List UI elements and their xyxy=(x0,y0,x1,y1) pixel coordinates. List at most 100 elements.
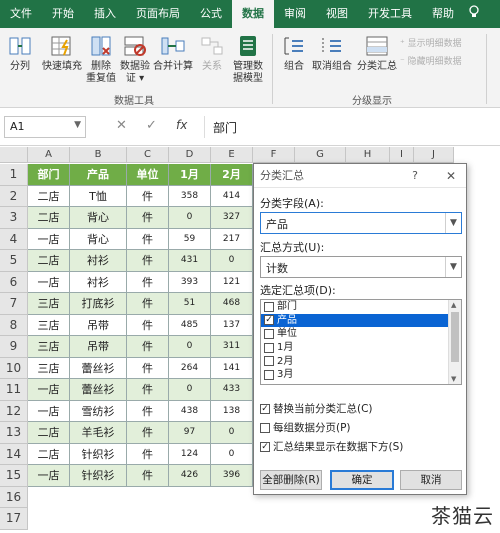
table-cell[interactable]: 327 xyxy=(211,207,253,229)
scrollbar[interactable]: ▲ ▼ xyxy=(448,300,461,384)
table-cell[interactable]: 一店 xyxy=(28,400,70,422)
table-cell[interactable]: 衬衫 xyxy=(70,250,127,272)
enter-icon[interactable]: ✓ xyxy=(146,118,157,133)
table-cell[interactable]: 背心 xyxy=(70,207,127,229)
row-header-9[interactable]: 9 xyxy=(0,336,28,358)
table-cell[interactable]: 件 xyxy=(127,271,169,293)
subtotal-button[interactable]: 分类汇总 xyxy=(356,34,398,73)
data-validation-button[interactable]: 数据验 证 ▾ xyxy=(118,34,152,85)
table-cell[interactable]: 背心 xyxy=(70,228,127,250)
table-cell[interactable]: 件 xyxy=(127,293,169,315)
ok-button[interactable]: 确定 xyxy=(330,470,394,490)
row-header-15[interactable]: 15 xyxy=(0,465,28,487)
table-cell[interactable]: 138 xyxy=(211,400,253,422)
page-break-option[interactable]: 每组数据分页(P) xyxy=(260,420,351,435)
table-cell[interactable]: 264 xyxy=(169,357,211,379)
table-cell[interactable]: 141 xyxy=(211,357,253,379)
cancel-icon[interactable]: ✕ xyxy=(116,118,127,133)
lightbulb-icon[interactable] xyxy=(468,5,480,23)
table-cell[interactable]: 件 xyxy=(127,314,169,336)
row-header-16[interactable]: 16 xyxy=(0,486,28,508)
list-item[interactable]: 3月 xyxy=(261,368,461,382)
table-cell[interactable]: 358 xyxy=(169,185,211,207)
tab-home[interactable]: 开始 xyxy=(42,0,84,28)
list-item[interactable]: 2月 xyxy=(261,354,461,368)
row-header-8[interactable]: 8 xyxy=(0,314,28,336)
help-icon[interactable]: ? xyxy=(412,164,418,188)
chevron-down-icon[interactable]: ▼ xyxy=(74,120,81,130)
row-header-7[interactable]: 7 xyxy=(0,293,28,315)
row-header-11[interactable]: 11 xyxy=(0,379,28,401)
function-select[interactable]: 计数 ▼ xyxy=(260,256,462,278)
manage-data-model-button[interactable]: 管理数 据模型 xyxy=(228,34,268,85)
table-cell[interactable]: 件 xyxy=(127,185,169,207)
consolidate-button[interactable]: 合并计算 xyxy=(152,34,194,73)
table-cell[interactable]: 121 xyxy=(211,271,253,293)
table-cell[interactable]: 一店 xyxy=(28,379,70,401)
row-header-2[interactable]: 2 xyxy=(0,185,28,207)
remove-all-button[interactable]: 全部删除(R) xyxy=(260,470,322,490)
tab-data[interactable]: 数据 xyxy=(232,0,274,28)
group-by-select[interactable]: 产品 ▼ xyxy=(260,212,462,234)
checkbox-checked[interactable]: ✓ xyxy=(260,441,270,452)
checkbox-unchecked[interactable] xyxy=(264,356,274,367)
table-cell[interactable]: 433 xyxy=(211,379,253,401)
table-cell[interactable]: 0 xyxy=(211,422,253,444)
table-cell[interactable]: 0 xyxy=(211,250,253,272)
row-header-12[interactable]: 12 xyxy=(0,400,28,422)
table-cell[interactable]: 0 xyxy=(169,379,211,401)
checkbox-checked[interactable]: ✓ xyxy=(260,403,270,414)
table-cell[interactable]: 217 xyxy=(211,228,253,250)
table-cell[interactable]: 三店 xyxy=(28,293,70,315)
table-cell[interactable]: 衬衫 xyxy=(70,271,127,293)
table-cell[interactable]: 件 xyxy=(127,379,169,401)
table-cell[interactable]: T恤 xyxy=(70,185,127,207)
table-cell[interactable]: 一店 xyxy=(28,271,70,293)
table-cell[interactable]: 二店 xyxy=(28,185,70,207)
cancel-button[interactable]: 取消 xyxy=(400,470,462,490)
header-cell[interactable]: 单位 xyxy=(127,164,169,186)
table-cell[interactable]: 件 xyxy=(127,336,169,358)
tab-developer[interactable]: 开发工具 xyxy=(358,0,422,28)
row-header-1[interactable]: 1 xyxy=(0,164,28,186)
hide-detail-button[interactable]: ⁻ 隐藏明细数据 xyxy=(400,54,462,67)
scroll-down-icon[interactable]: ▼ xyxy=(451,375,456,383)
tab-insert[interactable]: 插入 xyxy=(84,0,126,28)
table-cell[interactable]: 三店 xyxy=(28,336,70,358)
table-cell[interactable]: 二店 xyxy=(28,422,70,444)
header-cell[interactable]: 2月 xyxy=(211,164,253,186)
name-box[interactable]: A1 ▼ xyxy=(4,116,86,138)
table-cell[interactable]: 97 xyxy=(169,422,211,444)
scroll-thumb[interactable] xyxy=(451,312,459,362)
group-button[interactable]: 组合 xyxy=(280,34,308,73)
checkbox-checked[interactable]: ✓ xyxy=(264,315,274,326)
table-cell[interactable]: 针织衫 xyxy=(70,465,127,487)
remove-duplicates-button[interactable]: 删除 重复值 xyxy=(86,34,116,85)
show-detail-button[interactable]: ⁺ 显示明细数据 xyxy=(400,36,462,49)
column-header-C[interactable]: C xyxy=(127,147,169,163)
insert-function-icon[interactable]: fx xyxy=(176,118,187,132)
table-cell[interactable]: 针织衫 xyxy=(70,443,127,465)
list-item[interactable]: 单位 xyxy=(261,327,461,341)
table-cell[interactable]: 蕾丝衫 xyxy=(70,357,127,379)
table-cell[interactable]: 件 xyxy=(127,207,169,229)
table-cell[interactable]: 打底衫 xyxy=(70,293,127,315)
tab-help[interactable]: 帮助 xyxy=(422,0,464,28)
checkbox-unchecked[interactable] xyxy=(264,328,274,339)
checkbox-unchecked[interactable] xyxy=(264,369,274,380)
table-cell[interactable]: 426 xyxy=(169,465,211,487)
table-cell[interactable]: 二店 xyxy=(28,443,70,465)
select-all-corner[interactable] xyxy=(0,147,28,163)
row-header-3[interactable]: 3 xyxy=(0,207,28,229)
table-cell[interactable]: 0 xyxy=(169,336,211,358)
table-cell[interactable]: 一店 xyxy=(28,228,70,250)
subtotal-items-list[interactable]: 部门 ✓ 产品 单位 1月 2月 3月 ▲ ▼ xyxy=(260,299,462,385)
table-cell[interactable]: 件 xyxy=(127,443,169,465)
column-header-I[interactable]: I xyxy=(390,147,414,163)
list-item[interactable]: 部门 xyxy=(261,300,461,314)
table-cell[interactable]: 件 xyxy=(127,422,169,444)
formula-input[interactable]: 部门 xyxy=(204,116,496,138)
column-header-D[interactable]: D xyxy=(169,147,211,163)
summary-below-option[interactable]: ✓ 汇总结果显示在数据下方(S) xyxy=(260,439,403,454)
table-cell[interactable]: 件 xyxy=(127,465,169,487)
